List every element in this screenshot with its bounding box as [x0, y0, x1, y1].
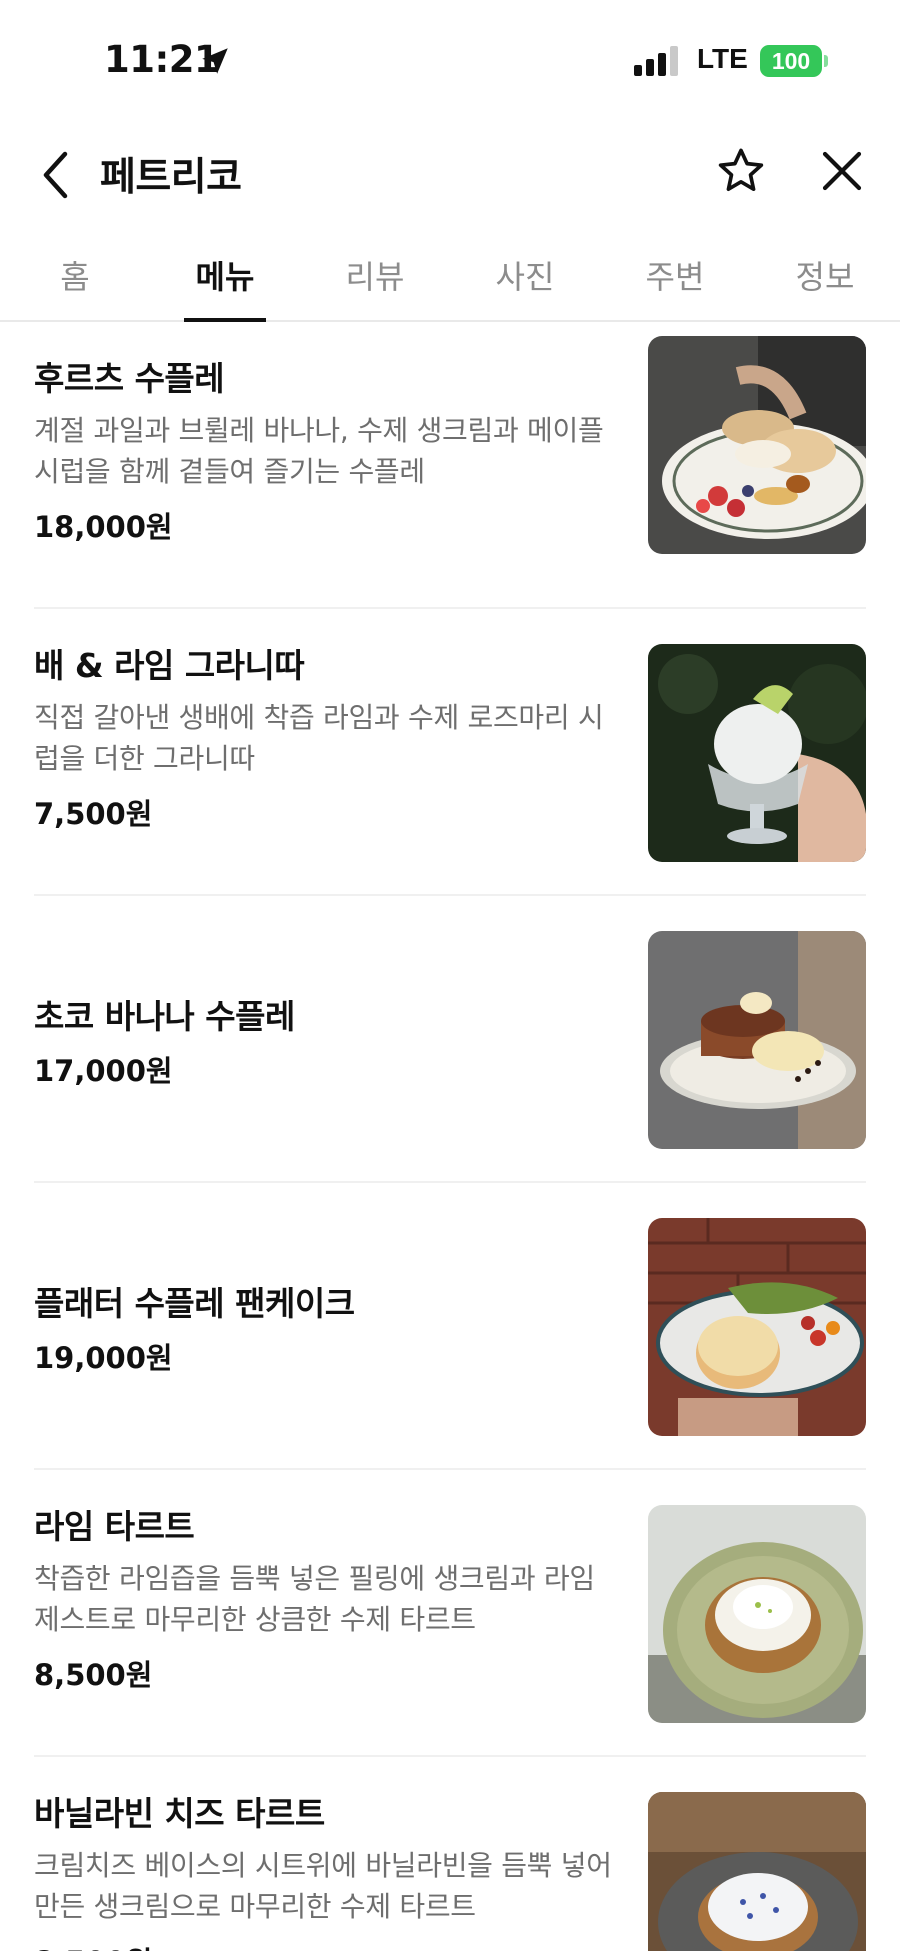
favorite-button[interactable]	[712, 142, 770, 200]
menu-item-photo[interactable]	[648, 931, 866, 1149]
header: 페트리코	[0, 120, 900, 232]
menu-item-description: 크림치즈 베이스의 시트위에 바닐라빈을 듬뿍 넣어 만든 생크림으로 마무리한…	[34, 1849, 612, 1923]
menu-item[interactable]: 플래터 수플레 팬케이크 19,000원	[0, 1183, 900, 1470]
menu-item-text: 초코 바나나 수플레 17,000원	[34, 896, 624, 1183]
cellular-signal-icon	[634, 46, 678, 76]
menu-item-name: 바닐라빈 치즈 타르트	[34, 1794, 325, 1833]
status-bar: 11:21 LTE 100	[0, 0, 900, 120]
network-type: LTE	[697, 43, 748, 74]
choco-banana-souffle-photo	[648, 931, 866, 1149]
menu-item-description: 직접 갈아낸 생배에 착즙 라임과 수제 로즈마리 시럽을 더한 그라니따	[34, 701, 604, 775]
tab-menu[interactable]: 메뉴	[150, 232, 300, 320]
battery-level: 100	[760, 45, 822, 77]
menu-item-photo[interactable]	[648, 1792, 866, 1951]
page-title: 페트리코	[100, 155, 242, 200]
vanilla-cheese-tart-photo	[648, 1792, 866, 1951]
close-button[interactable]	[814, 142, 870, 200]
menu-item-photo[interactable]	[648, 1505, 866, 1723]
chevron-left-icon	[43, 151, 68, 199]
menu-item-name: 배 & 라임 그라니따	[34, 646, 305, 685]
tab-reviews[interactable]: 리뷰	[300, 232, 450, 320]
menu-item-price: 8,500원	[34, 1658, 153, 1692]
menu-item-price: 8,500원	[34, 1939, 624, 1951]
tab-nearby[interactable]: 주변	[600, 232, 750, 320]
menu-item-price: 17,000원	[34, 1053, 173, 1088]
menu-item[interactable]: 바닐라빈 치즈 타르트 크림치즈 베이스의 시트위에 바닐라빈을 듬뿍 넣어 만…	[0, 1757, 900, 1951]
menu-item[interactable]: 초코 바나나 수플레 17,000원	[0, 896, 900, 1183]
star-outline-icon	[718, 148, 764, 192]
menu-item[interactable]: 라임 타르트 착즙한 라임즙을 듬뿍 넣은 필링에 생크림과 라임 제스트로 마…	[0, 1470, 900, 1757]
menu-item[interactable]: 후르츠 수플레 계절 과일과 브륄레 바나나, 수제 생크림과 메이플 시럽을 …	[0, 322, 900, 609]
menu-list: 후르츠 수플레 계절 과일과 브륄레 바나나, 수제 생크림과 메이플 시럽을 …	[0, 322, 900, 1951]
menu-item-photo[interactable]	[648, 336, 866, 554]
menu-item-price: 19,000원	[34, 1340, 173, 1375]
menu-item-name: 라임 타르트	[34, 1507, 195, 1546]
menu-item-price: 7,500원	[34, 797, 153, 831]
menu-item-text: 배 & 라임 그라니따 직접 갈아낸 생배에 착즙 라임과 수제 로즈마리 시럽…	[34, 609, 624, 896]
menu-screen: 11:21 LTE 100 페트리코 홈 메뉴 리뷰 사진 주변 정보 후르츠 …	[0, 0, 900, 1951]
menu-item-price: 18,000원	[34, 510, 173, 544]
tab-bar: 홈 메뉴 리뷰 사진 주변 정보	[0, 232, 900, 322]
tab-info[interactable]: 정보	[750, 232, 900, 320]
close-icon	[822, 151, 862, 191]
platter-pancake-photo	[648, 1218, 866, 1436]
menu-item-photo[interactable]	[648, 644, 866, 862]
souffle-fruit-photo	[648, 336, 866, 554]
location-arrow-icon	[202, 48, 228, 74]
granita-photo	[648, 644, 866, 862]
back-button[interactable]	[30, 144, 80, 206]
menu-item-name: 플래터 수플레 팬케이크	[34, 1283, 355, 1323]
tab-photos[interactable]: 사진	[450, 232, 600, 320]
menu-item-description: 계절 과일과 브륄레 바나나, 수제 생크림과 메이플 시럽을 함께 곁들여 즐…	[34, 414, 604, 488]
menu-item-text: 바닐라빈 치즈 타르트 크림치즈 베이스의 시트위에 바닐라빈을 듬뿍 넣어 만…	[34, 1757, 624, 1951]
menu-item-photo[interactable]	[648, 1218, 866, 1436]
menu-item-text: 플래터 수플레 팬케이크 19,000원	[34, 1183, 624, 1470]
menu-item[interactable]: 배 & 라임 그라니따 직접 갈아낸 생배에 착즙 라임과 수제 로즈마리 시럽…	[0, 609, 900, 896]
tab-home[interactable]: 홈	[0, 232, 150, 320]
lime-tart-photo	[648, 1505, 866, 1723]
menu-item-description: 착즙한 라임즙을 듬뿍 넣은 필링에 생크림과 라임 제스트로 마무리한 상큼한…	[34, 1562, 595, 1636]
menu-item-name: 초코 바나나 수플레	[34, 996, 295, 1036]
menu-item-name: 후르츠 수플레	[34, 359, 225, 398]
battery-tip	[824, 55, 828, 67]
menu-item-text: 라임 타르트 착즙한 라임즙을 듬뿍 넣은 필링에 생크림과 라임 제스트로 마…	[34, 1470, 624, 1757]
menu-item-text: 후르츠 수플레 계절 과일과 브륄레 바나나, 수제 생크림과 메이플 시럽을 …	[34, 322, 624, 609]
